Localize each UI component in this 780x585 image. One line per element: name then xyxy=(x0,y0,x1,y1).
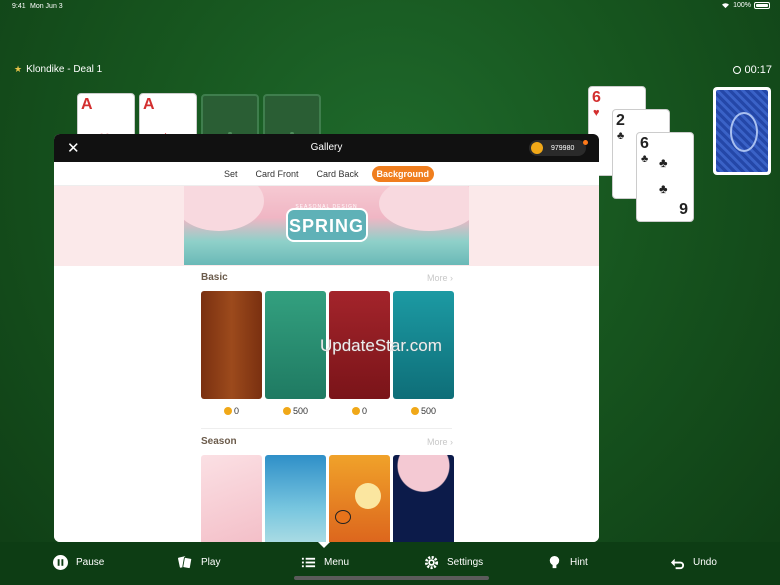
coin-icon xyxy=(410,407,419,415)
play-button[interactable]: Play xyxy=(178,555,220,570)
price-value: 0 xyxy=(361,406,367,416)
tab-set[interactable]: Set xyxy=(219,166,243,182)
more-label: More xyxy=(426,273,448,283)
background-thumb-green[interactable] xyxy=(265,291,326,399)
moon-decoration xyxy=(355,483,381,509)
club-suit-icon: ♣ xyxy=(659,181,668,196)
undo-button[interactable]: Undo xyxy=(670,555,717,570)
background-thumb-halloween[interactable] xyxy=(329,455,390,542)
background-thumb-sakura[interactable] xyxy=(201,455,262,542)
status-bar: 9:41 Mon Jun 3 100% xyxy=(0,0,780,14)
game-title-text: Klondike - Deal 1 xyxy=(26,64,103,75)
card-rank: A xyxy=(81,96,93,113)
modal-title: Gallery xyxy=(310,142,343,153)
wifi-icon xyxy=(722,3,730,9)
heart-suit-icon: ♥ xyxy=(593,107,600,119)
home-indicator[interactable] xyxy=(294,576,489,580)
coin-amount: 979980 xyxy=(551,144,575,152)
more-link-basic[interactable]: More › xyxy=(427,273,453,283)
card-rank: 2 xyxy=(616,112,625,129)
timer-text: 00:17 xyxy=(744,64,772,76)
price-tag: 0 xyxy=(201,406,262,416)
card-rank: 6 xyxy=(592,89,601,106)
status-date: Mon Jun 3 xyxy=(30,3,63,10)
battery-icon xyxy=(754,2,770,9)
game-timer: 00:17 xyxy=(733,64,772,76)
hint-button[interactable]: Hint xyxy=(547,555,588,570)
more-link-season[interactable]: More › xyxy=(427,437,453,447)
battery-percent: 100% xyxy=(733,2,751,9)
status-indicators: 100% xyxy=(721,2,770,9)
price-value: 500 xyxy=(420,406,437,416)
price-value: 500 xyxy=(292,406,309,416)
nav-label: Settings xyxy=(447,557,484,568)
banner-title: SPRING xyxy=(288,216,364,236)
card-back-pattern xyxy=(716,90,768,172)
banner-subtitle: SEASONAL DESIGN xyxy=(295,204,358,210)
notification-dot xyxy=(583,140,588,145)
list-icon xyxy=(301,557,316,568)
lightbulb-icon xyxy=(549,555,560,569)
card-rank: 6 xyxy=(640,135,649,152)
coin-balance[interactable]: 979980 xyxy=(529,140,588,156)
price-tag: 0 xyxy=(329,406,390,416)
section-divider xyxy=(201,428,452,429)
section-label-season: Season xyxy=(201,436,237,447)
more-label: More xyxy=(426,437,448,447)
background-thumb-night[interactable] xyxy=(393,455,454,542)
nav-label: Hint xyxy=(570,557,588,568)
background-thumb-sky[interactable] xyxy=(265,455,326,542)
tab-card-front[interactable]: Card Front xyxy=(250,166,303,182)
nav-label: Play xyxy=(201,557,221,568)
club-suit-icon: ♣ xyxy=(659,155,668,170)
menu-button[interactable]: Menu xyxy=(301,555,349,570)
section-label-basic: Basic xyxy=(201,272,228,283)
spring-banner[interactable]: SEASONAL DESIGN SPRING xyxy=(184,186,469,265)
stock-pile[interactable] xyxy=(713,87,771,175)
tab-background[interactable]: Background xyxy=(371,165,435,182)
gear-icon xyxy=(424,555,439,570)
gallery-modal: ✕ Gallery 979980 Set Card Front Card Bac… xyxy=(54,134,599,542)
price-tag: 500 xyxy=(393,406,454,416)
coin-icon xyxy=(223,407,232,415)
nav-label: Pause xyxy=(76,557,105,568)
tab-card-back[interactable]: Card Back xyxy=(311,166,363,182)
pause-icon xyxy=(53,555,68,570)
price-value: 0 xyxy=(233,406,239,416)
price-tag: 500 xyxy=(265,406,326,416)
waste-card-top[interactable]: 6 ♣ ♣ ♣ 9 xyxy=(636,132,694,222)
pumpkin-decoration xyxy=(335,510,351,524)
club-suit-icon: ♣ xyxy=(617,130,625,142)
nav-label: Menu xyxy=(324,557,350,568)
card-rank-bottom: 9 xyxy=(679,201,688,218)
modal-header: ✕ Gallery 979980 xyxy=(54,134,599,162)
game-title: ★ Klondike - Deal 1 xyxy=(14,64,102,75)
gallery-tabs: Set Card Front Card Back Background xyxy=(54,162,599,186)
watermark-text: UpdateStar.com xyxy=(320,336,442,355)
coin-icon xyxy=(282,407,291,415)
status-time: 9:41 xyxy=(12,3,26,10)
club-suit-icon: ♣ xyxy=(641,153,649,165)
coin-icon xyxy=(351,407,360,415)
pause-button[interactable]: Pause xyxy=(53,555,104,570)
nav-label: Undo xyxy=(693,557,717,568)
undo-icon xyxy=(670,558,684,570)
star-icon: ★ xyxy=(14,64,23,74)
menu-pointer-icon xyxy=(318,542,330,548)
clock-icon xyxy=(733,66,742,74)
card-rank: A xyxy=(143,96,155,113)
settings-button[interactable]: Settings xyxy=(424,555,483,570)
gallery-content[interactable]: SEASONAL DESIGN SPRING Basic More › 0 50… xyxy=(54,186,599,542)
background-thumb-wood[interactable] xyxy=(201,291,262,399)
cards-icon xyxy=(178,556,193,570)
coin-icon xyxy=(531,142,543,154)
